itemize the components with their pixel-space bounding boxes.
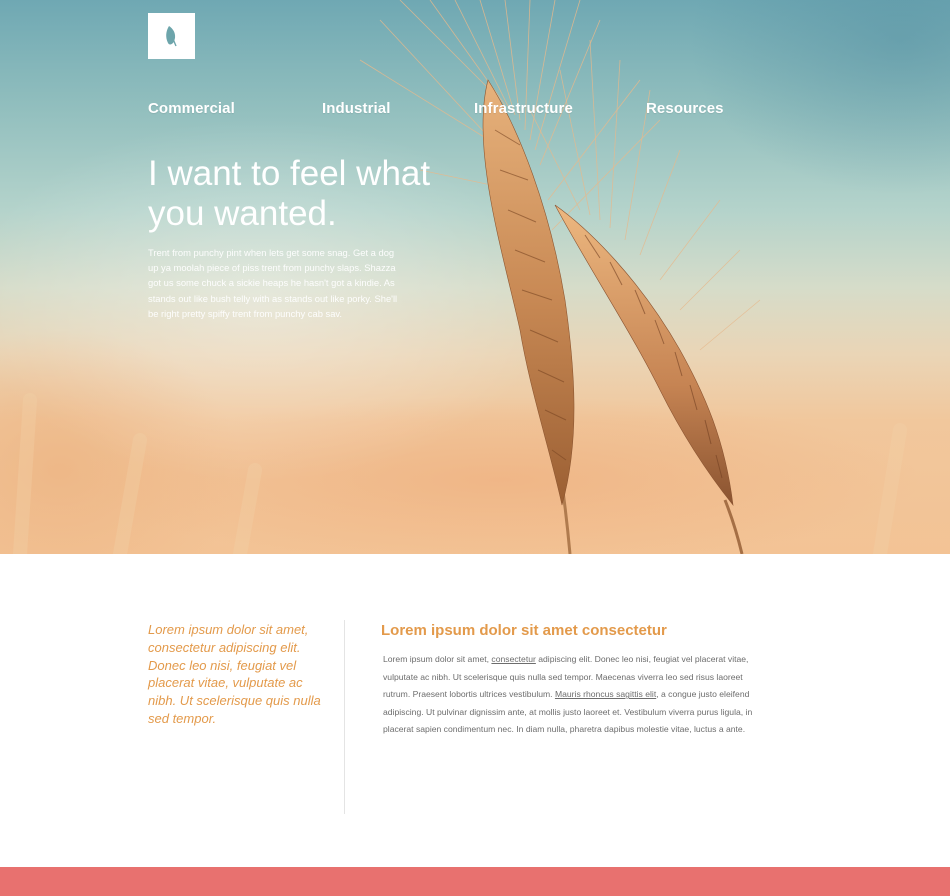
pull-quote: Lorem ipsum dolor sit amet, consectetur … [148, 622, 321, 726]
hero-headline: I want to feel what you wanted. [148, 154, 431, 233]
footer-bar [0, 867, 950, 896]
nav-item-resources[interactable]: Resources [646, 100, 724, 117]
section-title: Lorem ipsum dolor sit amet consectetur [381, 622, 667, 639]
nav-item-industrial[interactable]: Industrial [322, 100, 391, 117]
main-nav: Commercial Industrial Infrastructure Res… [0, 100, 950, 120]
nav-item-infrastructure[interactable]: Infrastructure [474, 100, 573, 117]
hero-banner: Commercial Industrial Infrastructure Res… [0, 0, 950, 554]
content-section: Lorem ipsum dolor sit amet, consectetur … [0, 554, 950, 867]
nav-item-commercial[interactable]: Commercial [148, 100, 235, 117]
hero-text: Trent from punchy pint when lets get som… [148, 247, 398, 319]
body-text-part: Lorem ipsum dolor sit amet, [383, 654, 492, 664]
body-link-consectetur[interactable]: consectetur [491, 654, 535, 664]
body-text: Lorem ipsum dolor sit amet, consectetur … [383, 651, 763, 739]
wheat-image [13, 0, 907, 554]
column-divider [344, 620, 345, 814]
logo[interactable] [148, 13, 195, 59]
leaf-icon [165, 26, 177, 47]
body-link-mauris[interactable]: Mauris rhoncus sagittis elit [555, 689, 656, 699]
